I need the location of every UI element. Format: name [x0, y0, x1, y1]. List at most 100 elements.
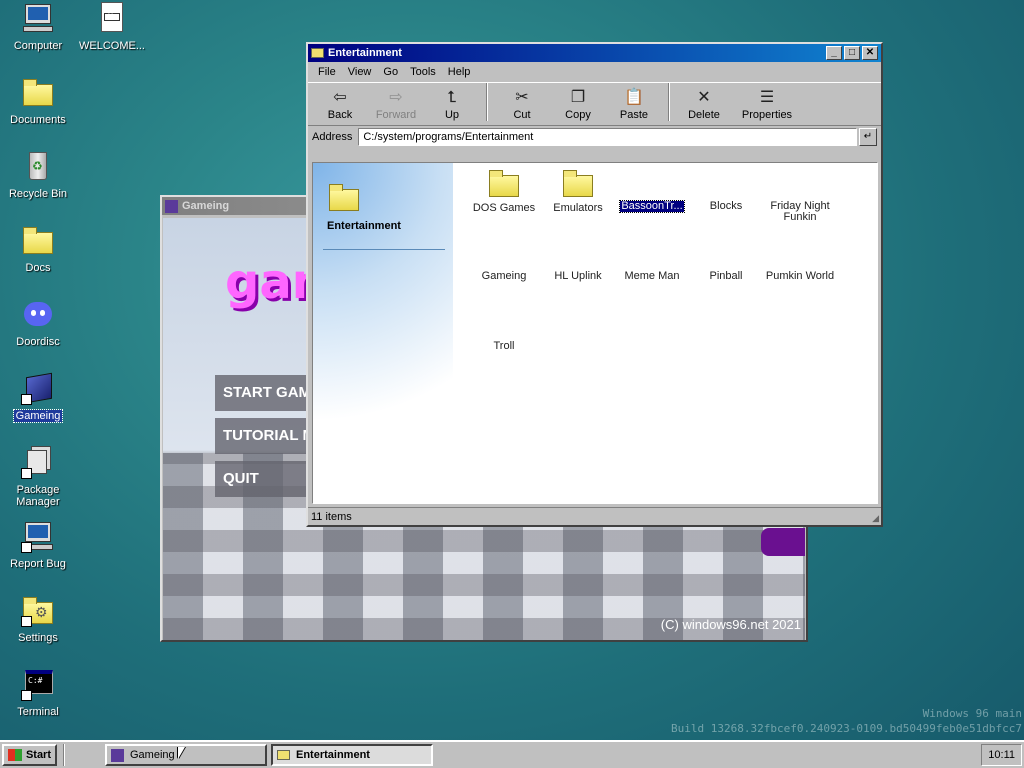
- file-item-label: Friday Night Funkin: [770, 200, 830, 223]
- file-item[interactable]: BassoonTr...: [613, 200, 691, 213]
- up-label: Up: [444, 109, 460, 121]
- copy-button[interactable]: ❐ Copy: [550, 87, 606, 121]
- paste-button[interactable]: 📋 Paste: [606, 87, 662, 121]
- menu-tools[interactable]: Tools: [404, 66, 442, 78]
- task-label: Entertainment: [296, 749, 370, 761]
- desktop-icon-report-bug[interactable]: ↗ Report Bug: [1, 520, 75, 570]
- maximize-button[interactable]: □: [844, 46, 860, 60]
- recycle-bin-icon: ♻: [21, 150, 55, 184]
- desktop-icon-label: Package Manager: [16, 484, 60, 508]
- address-bar: Address C:/system/programs/Entertainment…: [308, 126, 881, 148]
- back-arrow-icon: ⇦: [333, 89, 347, 106]
- up-button[interactable]: ⮤ Up: [424, 87, 480, 121]
- desktop-icon-computer[interactable]: Computer: [1, 2, 75, 52]
- file-item[interactable]: HL Uplink: [539, 271, 617, 282]
- desktop-icon-docs[interactable]: Docs: [1, 224, 75, 274]
- file-item-label: Gameing: [481, 270, 527, 282]
- desktop-icon-gameing[interactable]: ↗ Gameing: [1, 372, 75, 423]
- copy-icon: ❐: [570, 89, 586, 106]
- file-item[interactable]: DOS Games: [465, 167, 543, 214]
- back-button[interactable]: ⇦ Back: [312, 87, 368, 121]
- settings-icon: ⚙ ↗: [21, 594, 55, 628]
- build-watermark: Windows 96 main Build 13268.32fbcef0.240…: [671, 706, 1022, 736]
- back-label: Back: [327, 109, 353, 121]
- desktop-icon-label: Report Bug: [10, 558, 66, 570]
- desktop-icon-label: Docs: [25, 262, 51, 274]
- file-item[interactable]: Meme Man: [613, 271, 691, 282]
- system-tray: 10:11: [981, 744, 1022, 766]
- go-arrow-icon[interactable]: ↵: [859, 128, 877, 146]
- properties-label: Properties: [741, 109, 793, 121]
- file-item-label: Pumkin World: [765, 270, 835, 282]
- menu-view[interactable]: View: [342, 66, 378, 78]
- computer-icon: ↗: [21, 520, 55, 554]
- desktop-icon-doordisc[interactable]: Doordisc: [1, 298, 75, 348]
- clock[interactable]: 10:11: [988, 749, 1015, 761]
- documents-folder-icon: [21, 76, 55, 110]
- toolbar-separator: [668, 83, 670, 121]
- menu-file[interactable]: File: [312, 66, 342, 78]
- status-text: 11 items: [311, 510, 352, 523]
- file-item-label: Emulators: [553, 202, 603, 214]
- up-folder-icon: ⮤: [447, 89, 457, 106]
- side-panel-divider: [323, 249, 445, 250]
- taskbar-separator: [63, 744, 65, 766]
- task-label: Gameing: [130, 749, 175, 761]
- close-button[interactable]: ✕: [862, 46, 878, 60]
- file-item[interactable]: Emulators: [539, 167, 617, 214]
- window-title: Entertainment: [328, 47, 402, 59]
- folder-icon: [487, 167, 521, 197]
- file-item-label: Blocks: [709, 200, 743, 212]
- file-item[interactable]: Blocks: [687, 201, 765, 212]
- file-item[interactable]: Pumkin World: [761, 271, 839, 282]
- menu-bar: File View Go Tools Help: [308, 62, 881, 82]
- file-item-label: Meme Man: [624, 270, 680, 282]
- desktop-icon-recycle-bin[interactable]: ♻ Recycle Bin: [1, 150, 75, 200]
- file-item-label: BassoonTr...: [619, 200, 685, 213]
- folder-icon: [311, 48, 324, 58]
- desktop-icon-label: Recycle Bin: [8, 188, 68, 200]
- start-label: Start: [25, 749, 51, 761]
- explorer-window: Entertainment _ □ ✕ File View Go Tools H…: [306, 42, 883, 527]
- side-panel: Entertainment: [313, 163, 453, 503]
- toolbar-separator: [486, 83, 488, 121]
- cut-button[interactable]: ✂ Cut: [494, 87, 550, 121]
- file-item-label: Troll: [493, 340, 515, 352]
- mouse-cursor-icon: [178, 747, 185, 759]
- task-entertainment[interactable]: Entertainment: [271, 744, 433, 766]
- windows-logo-icon: [8, 749, 22, 761]
- file-item[interactable]: Troll: [465, 341, 543, 352]
- desktop-icon-label: Computer: [13, 40, 63, 52]
- file-item[interactable]: Gameing: [465, 271, 543, 282]
- desktop-icon-package-manager[interactable]: ↗ Package Manager: [1, 446, 75, 508]
- computer-icon: [21, 2, 55, 36]
- properties-button[interactable]: ☰ Properties: [732, 87, 802, 121]
- menu-help[interactable]: Help: [442, 66, 477, 78]
- file-item[interactable]: Friday Night Funkin: [761, 201, 839, 223]
- desktop-icon-welcome[interactable]: M↓ WELCOME...: [75, 2, 149, 52]
- cube-icon: [165, 199, 178, 213]
- address-label: Address: [312, 131, 353, 143]
- task-gameing[interactable]: Gameing: [105, 744, 267, 766]
- start-button[interactable]: Start: [2, 744, 57, 766]
- desktop-icon-settings[interactable]: ⚙ ↗ Settings: [1, 594, 75, 644]
- folder-icon: [21, 224, 55, 258]
- desktop-icon-label: Settings: [18, 632, 58, 644]
- minimize-button[interactable]: _: [826, 46, 842, 60]
- forward-label: Forward: [375, 109, 417, 121]
- address-input[interactable]: C:/system/programs/Entertainment: [358, 128, 857, 146]
- cube-icon: ↗: [21, 372, 55, 406]
- desktop-icon-terminal[interactable]: C:# ↗ Terminal: [1, 668, 75, 718]
- file-item[interactable]: Pinball: [687, 271, 765, 282]
- delete-button[interactable]: ✕ Delete: [676, 87, 732, 121]
- file-item-label: DOS Games: [472, 202, 536, 214]
- forward-button[interactable]: ⇨ Forward: [368, 87, 424, 121]
- window-title: Gameing: [182, 200, 230, 212]
- resize-grip-icon[interactable]: ◢: [872, 513, 879, 524]
- menu-go[interactable]: Go: [377, 66, 404, 78]
- desktop-icon-documents[interactable]: Documents: [1, 76, 75, 126]
- watermark-line-1: Windows 96 main: [922, 707, 1022, 720]
- properties-icon: ☰: [759, 89, 775, 106]
- explorer-titlebar[interactable]: Entertainment _ □ ✕: [308, 44, 881, 62]
- copyright-text: (C) windows96.net 2021: [660, 617, 801, 632]
